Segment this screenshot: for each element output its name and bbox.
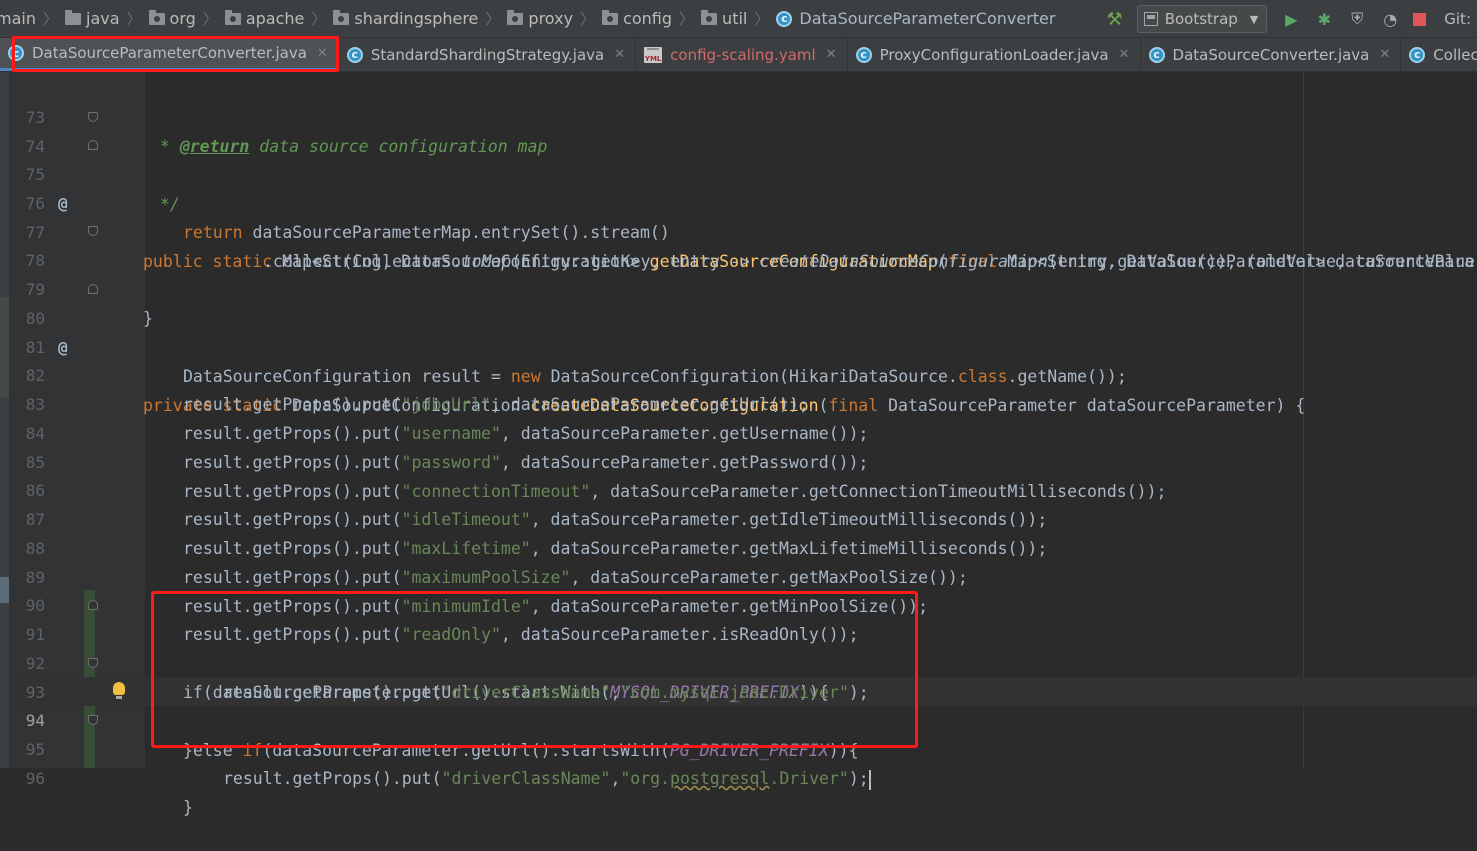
- fold-icon[interactable]: [88, 112, 98, 122]
- fold-icon[interactable]: [88, 284, 98, 294]
- chevron-right-icon: 〉: [202, 10, 218, 28]
- breadcrumb-item-util[interactable]: util: [701, 0, 747, 37]
- code-line: 85 result.getProps().put("connectionTime…: [0, 419, 1477, 501]
- chevron-right-icon: 〉: [679, 10, 695, 28]
- package-icon: [701, 9, 718, 25]
- fold-icon[interactable]: [88, 600, 98, 610]
- fold-icon[interactable]: [88, 658, 98, 668]
- dropdown-arrow-icon: ▼: [1249, 12, 1259, 26]
- application-icon: [1143, 12, 1158, 26]
- chevron-right-icon: 〉: [580, 10, 596, 28]
- navigation-bar: main 〉 java 〉 org 〉 apache 〉 shardingsph…: [0, 0, 1477, 38]
- lightbulb-icon[interactable]: [113, 682, 125, 699]
- package-icon: [224, 9, 241, 25]
- close-icon[interactable]: ✕: [1119, 47, 1130, 62]
- breadcrumb-item-current-file[interactable]: c DataSourceParameterConverter: [776, 0, 1055, 37]
- chevron-right-icon: 〉: [126, 10, 142, 28]
- profiler-icon[interactable]: ◔: [1380, 9, 1400, 29]
- breadcrumb-item-apache[interactable]: apache: [224, 0, 304, 37]
- breadcrumb-item-main[interactable]: main: [0, 0, 36, 37]
- breadcrumb-item-shardingsphere[interactable]: shardingsphere: [333, 0, 478, 37]
- debug-icon[interactable]: ✱: [1314, 9, 1334, 29]
- tab-proxyconfigurationloader[interactable]: c ProxyConfigurationLoader.java ✕: [848, 38, 1141, 71]
- breadcrumb-item-org[interactable]: org: [148, 0, 196, 37]
- code-line: 77 .collect(Collectors.toMap(Entry::getK…: [0, 189, 1477, 271]
- java-class-icon: c: [1148, 46, 1165, 63]
- text-cursor: [868, 769, 871, 790]
- code-line: 88 result.getProps().put("maximumPoolSiz…: [0, 505, 1477, 587]
- close-icon[interactable]: ✕: [1379, 47, 1390, 62]
- tab-datasourceconverter[interactable]: c DataSourceConverter.java ✕: [1141, 38, 1402, 71]
- code-line: 90 result.getProps().put("readOnly", dat…: [0, 562, 1477, 644]
- package-icon: [333, 9, 350, 25]
- code-line: 87 result.getProps().put("maxLifetime", …: [0, 476, 1477, 558]
- code-highlight-box: [151, 591, 918, 748]
- java-class-icon: c: [855, 46, 872, 63]
- code-line: 89 result.getProps().put("minimumIdle", …: [0, 534, 1477, 616]
- package-icon: [507, 9, 524, 25]
- code-line: 73 * @return data source configuration m…: [0, 74, 1477, 156]
- chevron-right-icon: 〉: [42, 10, 58, 28]
- chevron-right-icon: 〉: [754, 10, 770, 28]
- stop-icon[interactable]: [1413, 12, 1427, 26]
- yaml-file-icon: YML: [644, 46, 663, 63]
- code-line: 79: [0, 246, 1477, 299]
- run-with-coverage-icon[interactable]: ⛨: [1347, 9, 1367, 29]
- code-line: 86 result.getProps().put("idleTimeout", …: [0, 447, 1477, 529]
- active-tab-highlight-box: [12, 36, 339, 72]
- code-line: 75 @ public static Map<String, DataSourc…: [0, 131, 1477, 271]
- build-hammer-icon[interactable]: ⚒: [1107, 9, 1123, 30]
- code-line: 83 result.getProps().put("username", dat…: [0, 361, 1477, 443]
- java-class-icon: c: [346, 46, 363, 63]
- package-icon: [148, 9, 165, 25]
- breadcrumb-item-proxy[interactable]: proxy: [507, 0, 573, 37]
- tab-config-scaling-yaml[interactable]: YML config-scaling.yaml ✕: [636, 38, 848, 71]
- code-line: 78 }: [0, 217, 1477, 328]
- fold-icon[interactable]: [88, 226, 98, 236]
- chevron-right-icon: 〉: [485, 10, 501, 28]
- fold-icon[interactable]: [88, 715, 98, 725]
- tab-collectors[interactable]: c Collectors.java: [1401, 38, 1477, 71]
- code-line: 84 result.getProps().put("password", dat…: [0, 390, 1477, 472]
- code-line: 80 @ private static DataSourceConfigurat…: [0, 275, 1477, 415]
- chevron-right-icon: 〉: [311, 10, 327, 28]
- code-line: 76 return dataSourceParameterMap.entrySe…: [0, 160, 1477, 242]
- java-class-icon: c: [776, 10, 793, 27]
- tab-standardshardingstrategy[interactable]: c StandardShardingStrategy.java ✕: [339, 38, 637, 71]
- run-toolbar: ⚒ Bootstrap ▼ ▶ ✱ ⛨ ◔ Git:: [1098, 0, 1477, 37]
- folder-icon: [65, 9, 81, 25]
- run-configuration-dropdown[interactable]: Bootstrap ▼: [1136, 5, 1268, 33]
- package-icon: [602, 9, 619, 25]
- code-line: 74 */: [0, 103, 1477, 214]
- git-label: Git:: [1444, 10, 1471, 28]
- close-icon[interactable]: ✕: [614, 47, 625, 62]
- fold-icon[interactable]: [88, 140, 98, 150]
- close-icon[interactable]: ✕: [826, 47, 837, 62]
- java-class-icon: c: [1409, 46, 1426, 63]
- breadcrumb-item-java[interactable]: java: [65, 0, 120, 37]
- breadcrumb: main 〉 java 〉 org 〉 apache 〉 shardingsph…: [0, 0, 1055, 37]
- code-line: 82 result.getProps().put("jdbcUrl", data…: [0, 332, 1477, 414]
- line-number: 96: [25, 769, 45, 788]
- code-line: 81 DataSourceConfiguration result = new …: [0, 304, 1477, 386]
- breadcrumb-item-config[interactable]: config: [602, 0, 672, 37]
- run-icon[interactable]: ▶: [1281, 9, 1301, 29]
